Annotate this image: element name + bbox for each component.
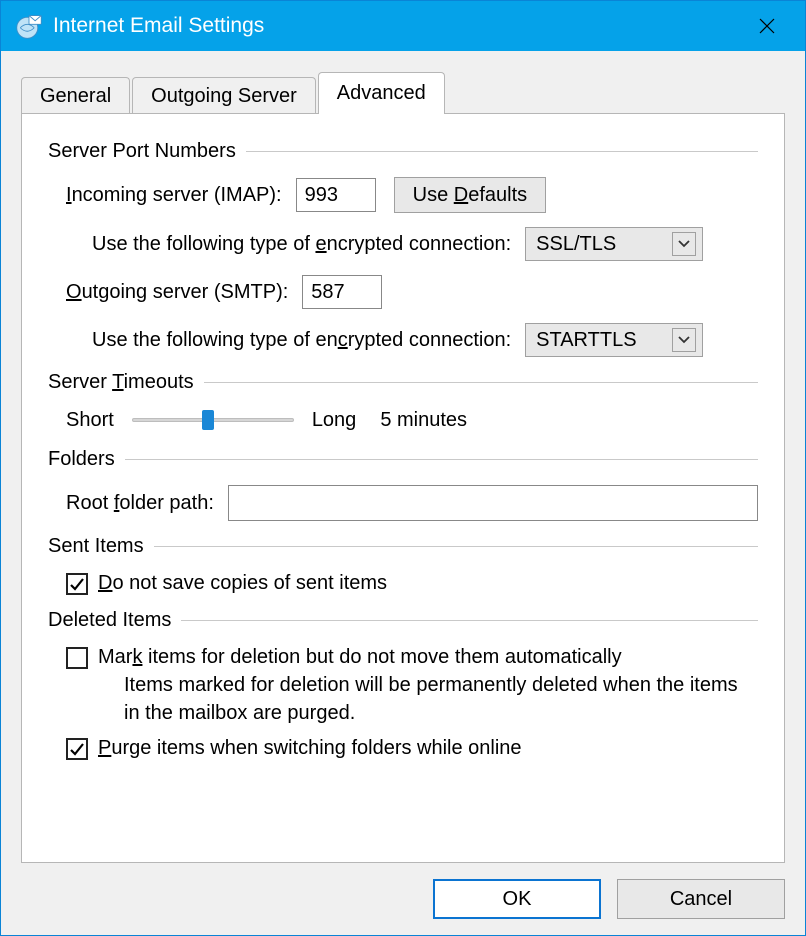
- root-folder-row: Root folder path:: [48, 485, 758, 521]
- outgoing-server-port-input[interactable]: [302, 275, 382, 309]
- group-deleted-items: Deleted Items: [48, 609, 758, 632]
- close-button[interactable]: [737, 1, 797, 51]
- divider: [204, 382, 758, 383]
- divider: [181, 620, 758, 621]
- group-label: Server Port Numbers: [48, 140, 236, 163]
- incoming-encryption-value: SSL/TLS: [536, 233, 616, 256]
- mark-for-deletion-row: Mark items for deletion but do not move …: [48, 646, 758, 669]
- dialog-window: Internet Email Settings General Outgoing…: [0, 0, 806, 936]
- incoming-server-row: Incoming server (IMAP): Use Defaults: [48, 177, 758, 213]
- dialog-body: General Outgoing Server Advanced Server …: [1, 51, 805, 935]
- group-server-timeouts: Server Timeouts: [48, 371, 758, 394]
- divider: [125, 459, 758, 460]
- group-server-port-numbers: Server Port Numbers: [48, 140, 758, 163]
- cancel-button[interactable]: Cancel: [617, 879, 785, 919]
- incoming-server-port-input[interactable]: [296, 178, 376, 212]
- window-title: Internet Email Settings: [53, 14, 737, 38]
- timeout-slider-row: Short Long 5 minutes: [48, 408, 758, 432]
- group-label: Deleted Items: [48, 609, 171, 632]
- close-icon: [758, 17, 776, 35]
- divider: [246, 151, 758, 152]
- dialog-button-row: OK Cancel: [21, 863, 785, 919]
- group-sent-items: Sent Items: [48, 535, 758, 558]
- outgoing-encryption-label: Use the following type of encrypted conn…: [92, 329, 511, 352]
- tab-general[interactable]: General: [21, 77, 130, 113]
- tab-outgoing-server[interactable]: Outgoing Server: [132, 77, 316, 113]
- group-label: Server Timeouts: [48, 371, 194, 394]
- incoming-encryption-row: Use the following type of encrypted conn…: [48, 227, 758, 261]
- group-label: Folders: [48, 448, 115, 471]
- root-folder-input[interactable]: [228, 485, 758, 521]
- do-not-save-checkbox[interactable]: [66, 573, 88, 595]
- incoming-encryption-select[interactable]: SSL/TLS: [525, 227, 703, 261]
- outgoing-server-label: Outgoing server (SMTP):: [66, 281, 288, 304]
- incoming-encryption-label: Use the following type of encrypted conn…: [92, 233, 511, 256]
- purge-row: Purge items when switching folders while…: [48, 737, 758, 760]
- purge-checkbox[interactable]: [66, 738, 88, 760]
- do-not-save-label: Do not save copies of sent items: [98, 572, 387, 595]
- chevron-down-icon: [672, 232, 696, 256]
- purge-label: Purge items when switching folders while…: [98, 737, 522, 760]
- tab-advanced[interactable]: Advanced: [318, 72, 445, 114]
- outgoing-server-row: Outgoing server (SMTP):: [48, 275, 758, 309]
- title-bar: Internet Email Settings: [1, 1, 805, 51]
- group-label: Sent Items: [48, 535, 144, 558]
- app-icon: [15, 12, 43, 40]
- group-folders: Folders: [48, 448, 758, 471]
- ok-button[interactable]: OK: [433, 879, 601, 919]
- mark-for-deletion-help: Items marked for deletion will be perman…: [48, 671, 758, 727]
- timeout-slider[interactable]: [132, 408, 294, 432]
- outgoing-encryption-row: Use the following type of encrypted conn…: [48, 323, 758, 357]
- incoming-server-label: Incoming server (IMAP):: [66, 184, 282, 207]
- tab-panel-advanced: Server Port Numbers Incoming server (IMA…: [21, 113, 785, 863]
- use-defaults-button[interactable]: Use Defaults: [394, 177, 547, 213]
- tab-strip: General Outgoing Server Advanced: [21, 71, 785, 113]
- mark-for-deletion-checkbox[interactable]: [66, 647, 88, 669]
- root-folder-label: Root folder path:: [66, 492, 214, 515]
- do-not-save-row: Do not save copies of sent items: [48, 572, 758, 595]
- timeout-long-label: Long: [312, 409, 357, 432]
- divider: [154, 546, 758, 547]
- mark-for-deletion-label: Mark items for deletion but do not move …: [98, 646, 622, 669]
- outgoing-encryption-select[interactable]: STARTTLS: [525, 323, 703, 357]
- timeout-short-label: Short: [66, 409, 114, 432]
- outgoing-encryption-value: STARTTLS: [536, 329, 636, 352]
- timeout-value: 5 minutes: [380, 409, 467, 432]
- chevron-down-icon: [672, 328, 696, 352]
- slider-thumb[interactable]: [202, 410, 214, 430]
